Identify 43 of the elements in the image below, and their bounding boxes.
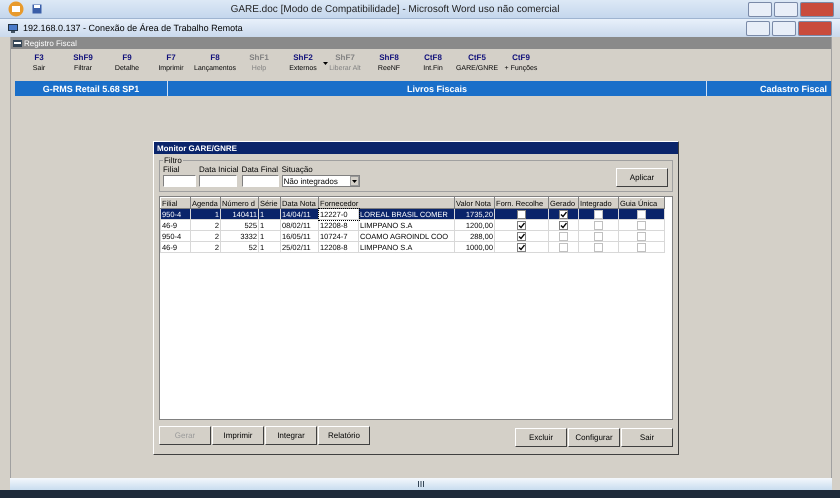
app-title: Registro Fiscal — [24, 38, 77, 48]
status-label: G-RMS Retail 5.68 SP1 — [15, 81, 168, 96]
status-label: Cadastro Fiscal — [758, 82, 828, 96]
field-label: Data Inicial — [199, 165, 239, 174]
window-title: GARE.doc [Modo de Compatibilidade] - Microsoft Word uso não comercial — [230, 4, 560, 14]
close-icon[interactable] — [798, 20, 832, 36]
dialog-button[interactable]: Relatório — [318, 426, 370, 445]
horizontal-scrollbar[interactable] — [10, 478, 832, 490]
maximize-icon[interactable] — [774, 2, 798, 16]
close-icon[interactable] — [800, 2, 834, 16]
save-icon[interactable] — [32, 4, 42, 14]
dialog-button[interactable]: Excluir — [515, 428, 567, 447]
checkbox[interactable] — [559, 210, 568, 218]
word-app-icon[interactable] — [6, 1, 26, 17]
maximize-icon[interactable] — [772, 20, 796, 36]
status-label: Livros Fiscais — [168, 81, 707, 96]
grip-icon[interactable] — [418, 481, 424, 487]
checkbox[interactable] — [517, 210, 526, 218]
field-label: Situação — [282, 165, 314, 174]
input-field[interactable] — [242, 175, 279, 187]
checkbox[interactable] — [517, 242, 526, 252]
dialog-button[interactable]: Integrar — [265, 426, 317, 445]
dialog-button[interactable]: Configurar — [568, 428, 620, 447]
monitor-icon — [8, 24, 18, 32]
group-legend: Filtro — [163, 156, 183, 165]
caret-icon[interactable] — [323, 62, 328, 65]
minimize-icon[interactable] — [746, 20, 770, 36]
checkbox[interactable] — [517, 220, 526, 230]
input-field[interactable] — [199, 175, 237, 187]
apply-button[interactable]: Aplicar — [616, 168, 668, 187]
minimize-icon[interactable] — [748, 2, 772, 16]
dialog-title: Monitor GARE/GNRE — [154, 142, 678, 154]
app-icon — [13, 40, 22, 46]
field-label: Data Final — [242, 165, 279, 174]
input-field[interactable] — [163, 175, 196, 187]
caret-icon[interactable] — [352, 180, 357, 182]
dialog-button[interactable]: Imprimir — [212, 426, 264, 445]
window-title: 192.168.0.137 - Conexão de Área de Trabalho Remota — [23, 23, 244, 33]
checkbox[interactable] — [517, 232, 526, 240]
dialog-button[interactable]: Sair — [621, 428, 673, 447]
checkbox[interactable] — [559, 220, 568, 230]
dropdown[interactable]: Não integrados — [282, 175, 360, 187]
field-label: Filial — [163, 165, 180, 174]
